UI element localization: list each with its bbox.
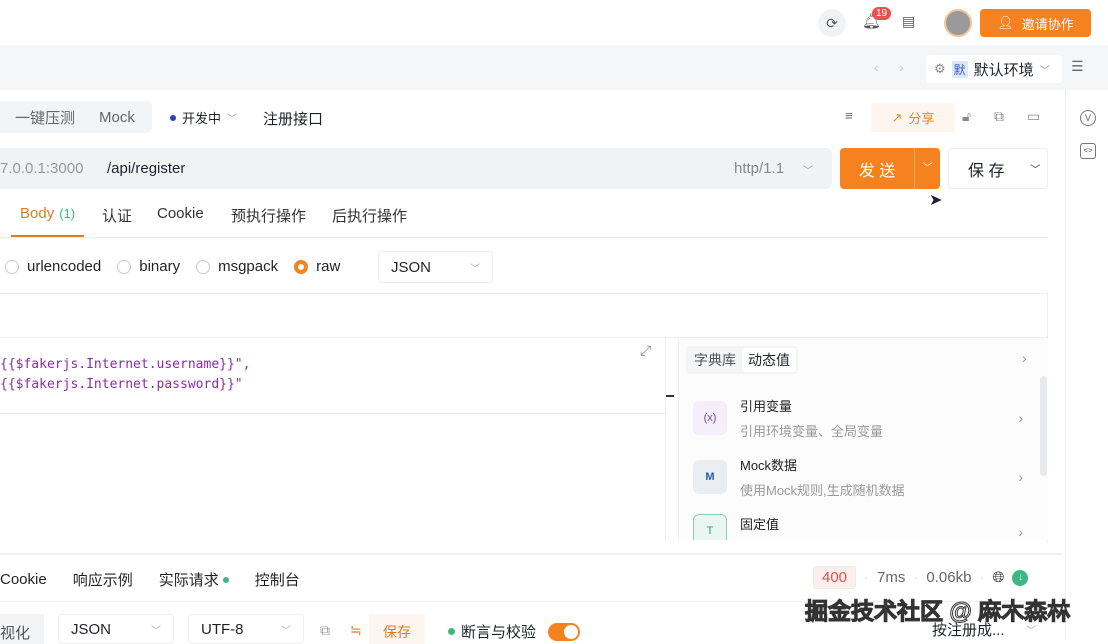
status-select[interactable]: 开发中 ﹀ bbox=[170, 108, 237, 127]
request-name[interactable]: 注册接口 bbox=[263, 108, 323, 129]
divider bbox=[0, 293, 1048, 294]
chevron-down-icon: ﹀ bbox=[470, 263, 480, 275]
chevron-down-icon: ﹀ bbox=[1039, 65, 1050, 77]
status-dot bbox=[222, 576, 229, 583]
assertion-toggle[interactable]: 断言与校验 bbox=[448, 621, 581, 642]
host: 7.0.0.1:3000 bbox=[0, 160, 84, 177]
chevron-right-icon[interactable]: › bbox=[1022, 350, 1027, 366]
user-add-icon: 👤︎ bbox=[997, 15, 1014, 30]
variable-icon[interactable]: V bbox=[1080, 110, 1096, 126]
right-sidebar: V <> bbox=[1065, 90, 1108, 640]
code-icon[interactable]: <> bbox=[1080, 143, 1096, 159]
watermark: 掘金技术社区 @ 麻木森林 bbox=[804, 598, 1071, 625]
protocol-select[interactable]: http/1.1 bbox=[734, 160, 784, 177]
body-format-select[interactable]: JSON ﹀ bbox=[378, 251, 493, 283]
settings-icon: ⚙ bbox=[934, 61, 946, 76]
tab-response-cookie[interactable]: Cookie bbox=[0, 571, 47, 588]
top-bar: ⟳ 🔔︎ 19 ▤ 👤︎ 邀请协作 bbox=[0, 0, 1108, 45]
tab-bar: ‹ › ⚙ 默 默认环境 ﹀ ☰ bbox=[0, 45, 1108, 90]
chevron-right-icon: › bbox=[1018, 524, 1023, 540]
radio-binary[interactable]: binary bbox=[117, 258, 180, 275]
notes-icon[interactable]: ▤ bbox=[902, 13, 915, 30]
resize-handle[interactable] bbox=[666, 395, 674, 397]
tab-dictionary[interactable]: 字典库 bbox=[688, 348, 742, 372]
response-tabs: Cookie 响应示例 实际请求 控制台 bbox=[0, 569, 300, 590]
divider bbox=[0, 413, 666, 414]
list-item-fixed[interactable]: T 固定值 › bbox=[693, 514, 1023, 540]
list-item-mock[interactable]: M Mock数据 使用Mock规则,生成随机数据 › bbox=[693, 455, 1023, 499]
archive-icon[interactable]: ▭ bbox=[1027, 108, 1040, 125]
code-line: {{$fakerjs.Internet.password}}" bbox=[0, 377, 243, 392]
chevron-down-icon: ﹀ bbox=[803, 166, 813, 177]
url-path-input[interactable]: /api/register bbox=[107, 160, 185, 177]
url-bar[interactable]: 7.0.0.1:3000 /api/register http/1.1 ﹀ bbox=[0, 148, 832, 189]
avatar[interactable] bbox=[944, 9, 972, 37]
copy-icon[interactable]: ⧉ bbox=[320, 622, 330, 639]
format-icon[interactable]: ≡ bbox=[845, 108, 853, 123]
code-editor[interactable]: {{$fakerjs.Internet.username}}", {{$fake… bbox=[0, 338, 666, 540]
refresh-icon[interactable]: ⟳ bbox=[818, 9, 846, 37]
lock-icon[interactable]: 🔓︎ bbox=[962, 108, 971, 125]
chevron-down-icon: ﹀ bbox=[227, 114, 238, 125]
response-divider bbox=[0, 553, 1062, 555]
panel-tabs: 字典库 动态值 bbox=[686, 346, 798, 374]
status-dot bbox=[448, 628, 455, 635]
tab-dynamic-value[interactable]: 动态值 bbox=[742, 348, 796, 372]
chevron-right-icon: › bbox=[1018, 410, 1023, 426]
tab-actual-request[interactable]: 实际请求 bbox=[159, 569, 219, 590]
share-button[interactable]: ↗ 分享 bbox=[871, 103, 955, 132]
chevron-right-icon: › bbox=[1018, 469, 1023, 485]
mouse-cursor: ➤ bbox=[929, 192, 943, 209]
response-meta: 400 · 7ms · 0.06kb · 🌐︎ ↓ bbox=[813, 566, 1029, 589]
radio-raw[interactable]: raw bbox=[294, 258, 340, 275]
text-icon: T bbox=[693, 514, 727, 540]
tab-body[interactable]: Body (1) bbox=[20, 205, 75, 222]
tab-pre-script[interactable]: 预执行操作 bbox=[231, 205, 306, 226]
tab-console[interactable]: 控制台 bbox=[255, 569, 300, 590]
dynamic-value-panel: 字典库 动态值 › (x) 引用变量 引用环境变量、全局变量 › M Mock数据… bbox=[678, 338, 1048, 540]
back-arrow-icon[interactable]: ‹ bbox=[874, 59, 879, 75]
tab-post-script[interactable]: 后执行操作 bbox=[332, 205, 407, 226]
share-icon: ↗ bbox=[891, 109, 903, 125]
send-dropdown-icon[interactable]: ﹀ bbox=[914, 148, 940, 189]
env-badge: 默 bbox=[951, 60, 968, 78]
tab-cookie[interactable]: Cookie bbox=[157, 205, 204, 222]
status-code-badge: 400 bbox=[813, 566, 857, 589]
forward-arrow-icon[interactable]: › bbox=[899, 59, 904, 75]
mock-tab[interactable]: Mock bbox=[99, 109, 135, 126]
stress-test-tab[interactable]: 一键压测 bbox=[15, 107, 75, 128]
mock-icon: M bbox=[693, 460, 727, 494]
save-button[interactable]: 保 存 ﹀ bbox=[948, 148, 1048, 189]
globe-icon[interactable]: 🌐︎ bbox=[992, 569, 1004, 586]
send-button[interactable]: 发 送 ﹀ bbox=[840, 148, 940, 189]
save-dropdown-icon[interactable]: ﹀ bbox=[1023, 161, 1047, 176]
notification-badge: 19 bbox=[872, 7, 892, 20]
tab-auth[interactable]: 认证 bbox=[102, 205, 132, 226]
invite-button[interactable]: 👤︎ 邀请协作 bbox=[980, 9, 1091, 37]
radio-msgpack[interactable]: msgpack bbox=[196, 258, 278, 275]
response-time: 7ms bbox=[877, 569, 906, 586]
body-type-radios: urlencoded binary msgpack raw bbox=[5, 258, 340, 275]
tab-response-example[interactable]: 响应示例 bbox=[73, 569, 133, 590]
menu-icon[interactable]: ☰ bbox=[1071, 58, 1084, 75]
code-line: {{$fakerjs.Internet.username}}", bbox=[0, 357, 251, 372]
copy-icon[interactable]: ⧉ bbox=[994, 108, 1004, 125]
toggle-switch[interactable] bbox=[548, 622, 581, 641]
panel-scrollbar[interactable] bbox=[1040, 376, 1047, 476]
variable-icon: (x) bbox=[693, 401, 727, 435]
environment-select[interactable]: ⚙ 默 默认环境 ﹀ bbox=[926, 55, 1062, 83]
response-size: 0.06kb bbox=[926, 569, 972, 586]
list-item-variable[interactable]: (x) 引用变量 引用环境变量、全局变量 › bbox=[693, 396, 1023, 440]
env-name: 默认环境 bbox=[973, 61, 1034, 79]
divider bbox=[0, 237, 1048, 238]
expand-icon[interactable]: ⤢ bbox=[640, 342, 651, 359]
wrap-icon[interactable]: ≒ bbox=[350, 622, 362, 639]
mode-segment: 一键压测 Mock bbox=[0, 101, 152, 133]
status-dot bbox=[170, 114, 176, 121]
download-icon[interactable]: ↓ bbox=[1012, 569, 1029, 586]
radio-urlencoded[interactable]: urlencoded bbox=[5, 258, 101, 275]
